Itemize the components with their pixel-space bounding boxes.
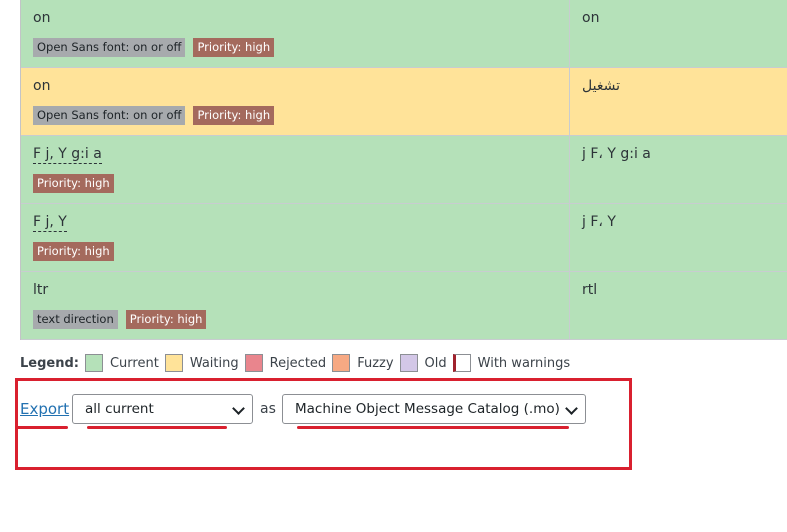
legend-item-current: Current <box>84 354 159 372</box>
original-cell: ltr text direction Priority: high <box>21 272 570 339</box>
legend-title: Legend: <box>20 355 79 371</box>
translation-cell: rtl <box>570 272 787 339</box>
legend-item-rejected: Rejected <box>244 354 327 372</box>
original-text-abbr: F j, Y <box>33 214 67 232</box>
original-cell: F j, Y g:i a Priority: high <box>21 136 570 203</box>
original-text: on <box>33 78 51 94</box>
table-row[interactable]: on Open Sans font: on or off Priority: h… <box>21 0 787 68</box>
translation-cell: j F، Y <box>570 204 787 271</box>
translation-text: rtl <box>582 282 598 298</box>
export-link[interactable]: Export <box>20 400 69 418</box>
priority-tag: Priority: high <box>33 174 114 193</box>
original-cell: on Open Sans font: on or off Priority: h… <box>21 0 570 67</box>
original-text: ltr <box>33 282 49 298</box>
chevron-down-icon <box>565 402 578 415</box>
annotation-underline-export <box>15 426 68 429</box>
original-text-abbr: F j, Y g:i a <box>33 146 102 164</box>
legend-label: Current <box>109 355 159 371</box>
table-row[interactable]: ltr text direction Priority: high rtl <box>21 272 787 340</box>
translations-table: on Open Sans font: on or off Priority: h… <box>20 0 787 340</box>
tags: Priority: high <box>33 242 114 261</box>
legend-label: Old <box>424 355 447 371</box>
legend-label: Fuzzy <box>357 355 394 371</box>
legend-label: Rejected <box>269 355 327 371</box>
translation-text: on <box>582 10 600 26</box>
legend-swatch <box>244 354 263 372</box>
export-filter-select[interactable]: all current <box>72 394 253 424</box>
table-row[interactable]: on Open Sans font: on or off Priority: h… <box>21 68 787 136</box>
legend-item-old: Old <box>399 354 447 372</box>
context-tag: Open Sans font: on or off <box>33 106 186 125</box>
export-filter-value: all current <box>85 401 154 417</box>
priority-tag: Priority: high <box>33 242 114 261</box>
legend-item-fuzzy: Fuzzy <box>332 354 394 372</box>
context-tag: text direction <box>33 310 118 329</box>
translation-cell: تشغيل <box>570 68 787 135</box>
legend-swatch <box>84 354 103 372</box>
legend-swatch <box>164 354 183 372</box>
original-text: on <box>33 10 51 26</box>
legend-swatch <box>452 354 471 372</box>
table-row[interactable]: F j, Y Priority: high j F، Y <box>21 204 787 272</box>
tags: text direction Priority: high <box>33 310 207 329</box>
annotation-underline-format <box>297 426 569 429</box>
translation-text: j F، Y g:i a <box>582 146 651 162</box>
original-text: F j, Y <box>33 214 557 232</box>
tags: Open Sans font: on or off Priority: high <box>33 38 275 57</box>
translation-text: j F، Y <box>582 214 616 230</box>
original-cell: on Open Sans font: on or off Priority: h… <box>21 68 570 135</box>
chevron-down-icon <box>232 402 245 415</box>
legend: Legend: Current Waiting Rejected Fuzzy O… <box>20 352 576 374</box>
original-text: F j, Y g:i a <box>33 146 557 164</box>
as-label: as <box>260 401 276 417</box>
legend-swatch <box>332 354 351 372</box>
original-cell: F j, Y Priority: high <box>21 204 570 271</box>
export-format-select[interactable]: Machine Object Message Catalog (.mo) <box>282 394 586 424</box>
priority-tag: Priority: high <box>193 38 275 57</box>
priority-tag: Priority: high <box>125 310 207 329</box>
table-row[interactable]: F j, Y g:i a Priority: high j F، Y g:i a <box>21 136 787 204</box>
export-format-value: Machine Object Message Catalog (.mo) <box>295 401 560 417</box>
tags: Open Sans font: on or off Priority: high <box>33 106 275 125</box>
translation-cell: j F، Y g:i a <box>570 136 787 203</box>
legend-label: With warnings <box>477 355 571 371</box>
legend-item-waiting: Waiting <box>164 354 239 372</box>
translation-text: تشغيل <box>582 78 620 94</box>
legend-swatch <box>399 354 418 372</box>
annotation-underline-filter <box>87 426 227 429</box>
legend-label: Waiting <box>189 355 239 371</box>
tags: Priority: high <box>33 174 114 193</box>
priority-tag: Priority: high <box>193 106 275 125</box>
annotation-highlight-box <box>15 378 632 470</box>
translation-cell: on <box>570 0 787 67</box>
legend-item-warnings: With warnings <box>452 354 571 372</box>
context-tag: Open Sans font: on or off <box>33 38 186 57</box>
